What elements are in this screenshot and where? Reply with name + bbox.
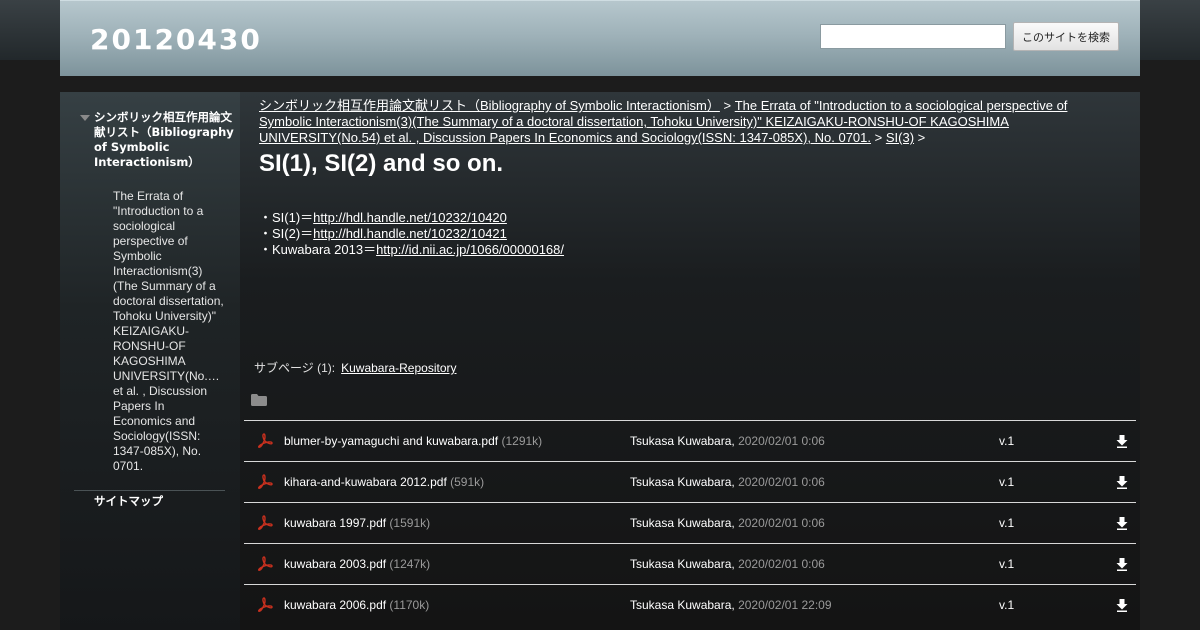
breadcrumb: シンボリック相互作用論文献リスト（Bibliography of Symboli… — [259, 98, 1089, 146]
breadcrumb-separator: > — [723, 98, 732, 113]
file-name[interactable]: kuwabara 1997.pdf — [284, 516, 386, 530]
content-line: ・SI(1)＝http://hdl.handle.net/10232/10420 — [259, 210, 564, 226]
attachment-row: kuwabara 2003.pdf (1247k) Tsukasa Kuwaba… — [244, 543, 1136, 584]
pdf-icon — [257, 597, 273, 612]
file-version[interactable]: v.1 — [999, 434, 1014, 448]
folder-icon[interactable] — [251, 394, 267, 406]
site-header: 20120430 このサイトを検索 — [60, 0, 1140, 76]
file-name-link[interactable]: blumer-by-yamaguchi and kuwabara.pdf (12… — [284, 434, 542, 448]
content-line: ・Kuwabara 2013＝http://id.nii.ac.jp/1066/… — [259, 242, 564, 258]
file-name[interactable]: kuwabara 2003.pdf — [284, 557, 386, 571]
file-author: Tsukasa Kuwabara, 2020/02/01 0:06 — [630, 557, 825, 571]
file-date: 2020/02/01 22:09 — [738, 598, 832, 612]
download-arrow-icon[interactable] — [1116, 476, 1128, 489]
page-title: SI(1), SI(2) and so on. — [259, 150, 504, 177]
file-name-link[interactable]: kuwabara 2006.pdf (1170k) — [284, 598, 429, 612]
main-content: シンボリック相互作用論文献リスト（Bibliography of Symboli… — [240, 92, 1140, 630]
content-line-label: ・SI(1)＝ — [259, 210, 314, 225]
pdf-icon — [257, 515, 273, 530]
file-size: (1247k) — [389, 557, 431, 571]
sidebar-divider — [74, 490, 225, 491]
attachment-row: blumer-by-yamaguchi and kuwabara.pdf (12… — [244, 420, 1136, 461]
search-input[interactable] — [820, 24, 1006, 49]
author-name: Tsukasa Kuwabara, — [630, 434, 735, 448]
breadcrumb-link-bibliography[interactable]: シンボリック相互作用論文献リスト（Bibliography of Symboli… — [259, 98, 720, 113]
file-date: 2020/02/01 0:06 — [738, 475, 825, 489]
file-name[interactable]: kihara-and-kuwabara 2012.pdf — [284, 475, 447, 489]
file-author: Tsukasa Kuwabara, 2020/02/01 0:06 — [630, 434, 825, 448]
pdf-icon — [257, 556, 273, 571]
file-date: 2020/02/01 0:06 — [738, 434, 825, 448]
sidebar-item-sitemap[interactable]: サイトマップ — [94, 493, 163, 509]
attachments-table: blumer-by-yamaguchi and kuwabara.pdf (12… — [244, 420, 1136, 625]
file-version[interactable]: v.1 — [999, 557, 1014, 571]
content-link-si2[interactable]: http://hdl.handle.net/10232/10421 — [313, 226, 507, 241]
subpage-link-kuwabara-repository[interactable]: Kuwabara-Repository — [341, 361, 456, 375]
file-date: 2020/02/01 0:06 — [738, 557, 825, 571]
download-arrow-icon[interactable] — [1116, 599, 1128, 612]
file-version[interactable]: v.1 — [999, 475, 1014, 489]
file-size: (1291k) — [501, 434, 543, 448]
site-title[interactable]: 20120430 — [90, 23, 262, 56]
content-line: ・SI(2)＝http://hdl.handle.net/10232/10421 — [259, 226, 564, 242]
pdf-icon — [257, 474, 273, 489]
file-name[interactable]: blumer-by-yamaguchi and kuwabara.pdf — [284, 434, 498, 448]
content-link-kuwabara-2013[interactable]: http://id.nii.ac.jp/1066/00000168/ — [376, 242, 564, 257]
file-version[interactable]: v.1 — [999, 516, 1014, 530]
file-size: (1170k) — [389, 598, 430, 612]
attachment-row: kuwabara 2006.pdf (1170k) Tsukasa Kuwaba… — [244, 584, 1136, 625]
triangle-down-icon[interactable] — [80, 115, 90, 121]
subpages: サブページ (1): Kuwabara-Repository — [254, 359, 457, 376]
sidebar-item-errata[interactable]: The Errata of "Introduction to a sociolo… — [113, 189, 225, 474]
breadcrumb-separator: > — [917, 130, 926, 145]
content-line-label: ・Kuwabara 2013＝ — [259, 242, 377, 257]
download-arrow-icon[interactable] — [1116, 435, 1128, 448]
download-arrow-icon[interactable] — [1116, 517, 1128, 530]
file-name-link[interactable]: kuwabara 1997.pdf (1591k) — [284, 516, 430, 530]
author-name: Tsukasa Kuwabara, — [630, 557, 735, 571]
author-name: Tsukasa Kuwabara, — [630, 598, 735, 612]
file-date: 2020/02/01 0:06 — [738, 516, 825, 530]
file-name-link[interactable]: kuwabara 2003.pdf (1247k) — [284, 557, 430, 571]
breadcrumb-separator: > — [874, 130, 883, 145]
file-size: (1591k) — [389, 516, 431, 530]
file-name-link[interactable]: kihara-and-kuwabara 2012.pdf (591k) — [284, 475, 484, 489]
breadcrumb-link-si3[interactable]: SI(3) — [886, 130, 914, 145]
subpages-label: サブページ (1): — [254, 361, 336, 375]
content-link-si1[interactable]: http://hdl.handle.net/10232/10420 — [313, 210, 507, 225]
file-author: Tsukasa Kuwabara, 2020/02/01 22:09 — [630, 598, 832, 612]
content-line-label: ・SI(2)＝ — [259, 226, 314, 241]
file-size: (591k) — [450, 475, 485, 489]
author-name: Tsukasa Kuwabara, — [630, 516, 735, 530]
pdf-icon — [257, 433, 273, 448]
file-version[interactable]: v.1 — [999, 598, 1014, 612]
author-name: Tsukasa Kuwabara, — [630, 475, 735, 489]
file-author: Tsukasa Kuwabara, 2020/02/01 0:06 — [630, 516, 825, 530]
attachment-row: kihara-and-kuwabara 2012.pdf (591k) Tsuk… — [244, 461, 1136, 502]
attachment-row: kuwabara 1997.pdf (1591k) Tsukasa Kuwaba… — [244, 502, 1136, 543]
page-body: ・SI(1)＝http://hdl.handle.net/10232/10420… — [259, 210, 564, 258]
file-name[interactable]: kuwabara 2006.pdf — [284, 598, 386, 612]
search-button[interactable]: このサイトを検索 — [1013, 22, 1119, 51]
sidebar-item-bibliography[interactable]: シンボリック相互作用論文献リスト（Bibliography of Symboli… — [94, 110, 234, 170]
sidebar-nav: シンボリック相互作用論文献リスト（Bibliography of Symboli… — [60, 92, 240, 630]
download-arrow-icon[interactable] — [1116, 558, 1128, 571]
file-author: Tsukasa Kuwabara, 2020/02/01 0:06 — [630, 475, 825, 489]
